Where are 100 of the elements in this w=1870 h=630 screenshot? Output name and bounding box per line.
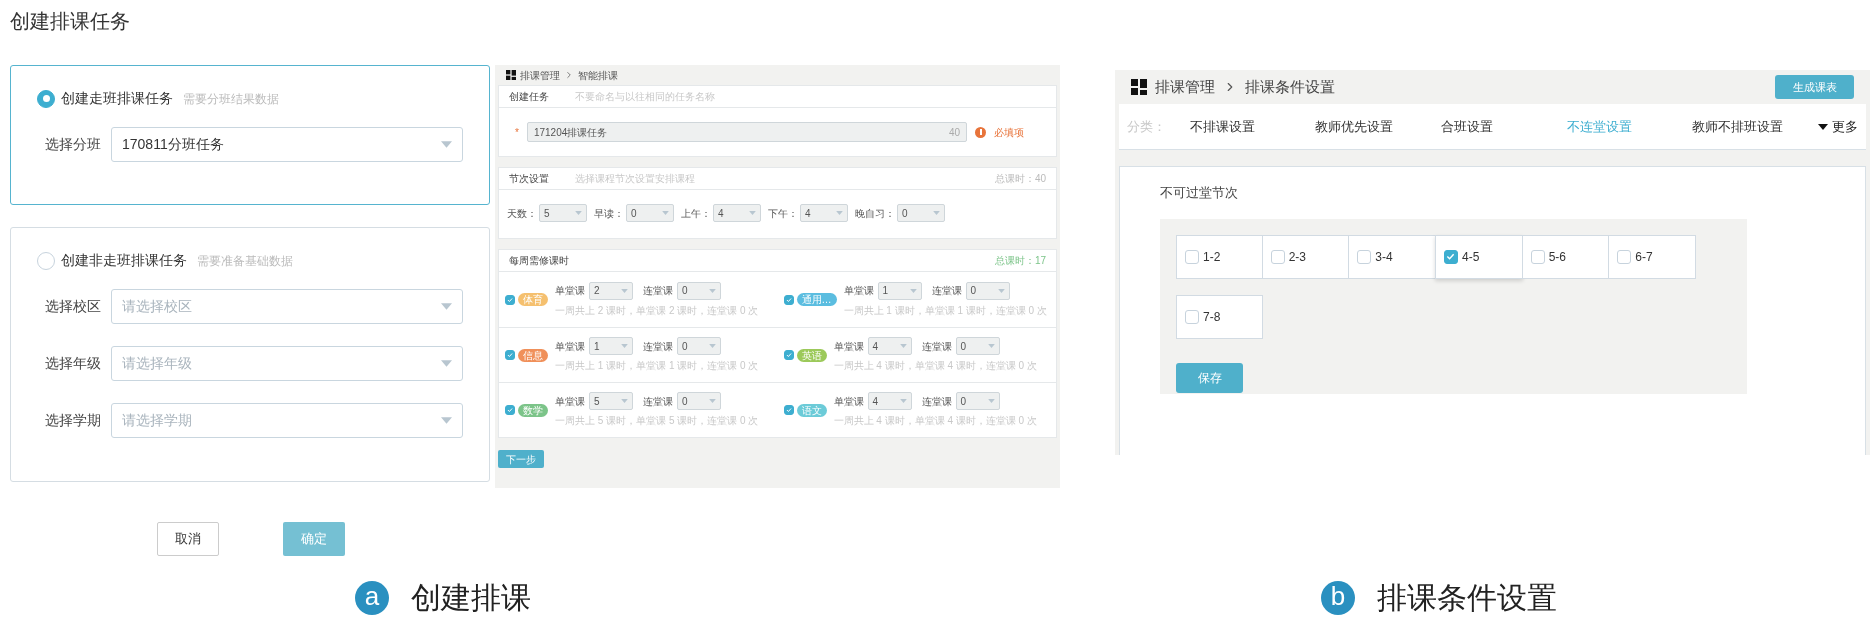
figure-caption: 创建排课 [411, 580, 531, 616]
period-slot[interactable]: 1-2 [1176, 234, 1263, 279]
checkmark-icon [785, 296, 792, 303]
option-label: 创建非走班排课任务 [61, 251, 187, 270]
select-field[interactable]: 2 [589, 281, 633, 300]
slot-label: 6-7 [1635, 248, 1653, 266]
select-field[interactable]: 4 [800, 204, 848, 222]
field-label: 选择年级 [45, 354, 102, 373]
grid-icon [506, 70, 516, 80]
field-label: 选择校区 [45, 297, 102, 316]
select-field[interactable]: 0 [677, 337, 721, 355]
double-lesson-label: 连堂课 [931, 284, 962, 298]
period-label: 晚自习： [855, 206, 895, 221]
select-field[interactable]: 1 [877, 281, 922, 300]
radio-button[interactable] [37, 89, 55, 108]
period-label: 上午： [681, 206, 711, 221]
select-field[interactable]: 0 [965, 281, 1010, 300]
select-field[interactable]: 0 [677, 281, 721, 300]
category-tab[interactable]: 不排课设置 [1189, 116, 1316, 137]
breadcrumb-link[interactable]: 排课管理 [520, 67, 560, 83]
checkbox[interactable] [1617, 249, 1632, 264]
single-lesson-label: 单堂课 [555, 284, 585, 298]
dropdown-caret-icon [899, 399, 907, 403]
dropdown-caret-icon [836, 211, 843, 215]
category-tab[interactable]: 教师不排班设置 [1692, 116, 1818, 137]
caption-badge: a [355, 580, 389, 615]
caption-badge: b [1321, 580, 1355, 615]
select-field[interactable]: 0 [897, 204, 945, 222]
checkbox[interactable] [1185, 249, 1199, 264]
period-label: 早读： [594, 206, 624, 221]
caret-down-icon [1818, 123, 1828, 130]
checkbox[interactable] [783, 405, 794, 415]
radio-button[interactable] [37, 251, 55, 270]
field-label: 选择学期 [45, 411, 102, 430]
dropdown-caret-icon [997, 288, 1005, 293]
period-slot[interactable]: 6-7 [1608, 234, 1696, 279]
dropdown-caret-icon [709, 288, 716, 293]
figure-caption: 排课条件设置 [1377, 580, 1557, 616]
period-slot[interactable]: 5-6 [1521, 234, 1610, 279]
dropdown-caret-icon [662, 211, 669, 215]
checkbox[interactable] [1357, 249, 1372, 264]
select-field[interactable]: 0 [955, 392, 1000, 410]
period-slot[interactable]: 2-3 [1261, 234, 1350, 279]
select-field[interactable]: 170811分班任务 [111, 127, 463, 162]
period-label: 天数： [507, 206, 537, 221]
dropdown-caret-icon [709, 399, 716, 403]
task-name-field[interactable]: 171204排课任务 40 [526, 122, 967, 142]
dropdown-caret-icon [899, 344, 907, 348]
checkbox[interactable] [1185, 309, 1199, 324]
checkbox[interactable] [783, 294, 794, 305]
period-slot[interactable]: 4-5 [1435, 234, 1523, 279]
slot-label: 7-8 [1203, 308, 1221, 326]
dropdown-caret-icon [441, 303, 452, 310]
field-label: 选择分班 [45, 135, 102, 154]
cancel-button[interactable]: 取消 [157, 522, 219, 556]
select-field[interactable]: 4 [713, 204, 761, 222]
option-hint: 需要准备基础数据 [197, 252, 293, 270]
checkbox[interactable] [1530, 249, 1545, 264]
checkbox[interactable] [1444, 249, 1458, 264]
dropdown-caret-icon [441, 360, 452, 367]
checkmark-icon [507, 296, 513, 303]
dropdown-caret-icon [933, 211, 940, 215]
checkmark-icon [507, 407, 513, 413]
select-field[interactable]: 0 [677, 392, 721, 410]
slot-label: 1-2 [1203, 248, 1221, 266]
period-slot[interactable]: 7-8 [1176, 294, 1263, 339]
double-lesson-label: 连堂课 [643, 284, 673, 298]
required-mark: * [515, 125, 519, 140]
checkbox[interactable] [1270, 249, 1285, 264]
dropdown-caret-icon [909, 288, 917, 293]
error-message: 必填项 [994, 125, 1024, 140]
category-tab[interactable]: 教师优先设置 [1315, 116, 1442, 137]
card-title: 创建任务 [509, 90, 549, 104]
checkbox[interactable] [505, 405, 515, 415]
select-field[interactable]: 0 [955, 337, 1000, 355]
dropdown-caret-icon [749, 211, 756, 215]
page-title: 创建排课任务 [10, 9, 131, 34]
breadcrumb-current: 智能排课 [578, 68, 618, 83]
checkbox[interactable] [505, 350, 515, 360]
select-field[interactable]: 0 [626, 204, 674, 222]
select-field[interactable]: 5 [539, 204, 587, 222]
category-tab[interactable]: 合班设置 [1441, 116, 1567, 137]
select-field[interactable]: 5 [589, 392, 633, 410]
double-lesson-label: 连堂课 [643, 394, 673, 409]
select-field[interactable]: 4 [867, 392, 912, 410]
select-field[interactable]: 4 [867, 337, 912, 355]
checkbox[interactable] [783, 350, 794, 360]
breadcrumb-link[interactable]: 排课管理 [1155, 75, 1215, 99]
chevron-right-icon [564, 70, 574, 80]
error-icon [975, 126, 986, 138]
period-slot[interactable]: 3-4 [1348, 234, 1436, 279]
grid-icon [1131, 79, 1147, 95]
select-field[interactable]: 1 [589, 337, 633, 355]
checkbox[interactable] [505, 294, 515, 305]
checkmark-icon [785, 352, 792, 358]
subject-tag: 体育 [518, 293, 548, 306]
more-menu[interactable]: 更多 [1818, 116, 1858, 137]
breadcrumb-current: 排课条件设置 [1245, 76, 1335, 97]
single-lesson-label: 单堂课 [843, 284, 874, 298]
subject-tag: 信息 [518, 348, 548, 362]
